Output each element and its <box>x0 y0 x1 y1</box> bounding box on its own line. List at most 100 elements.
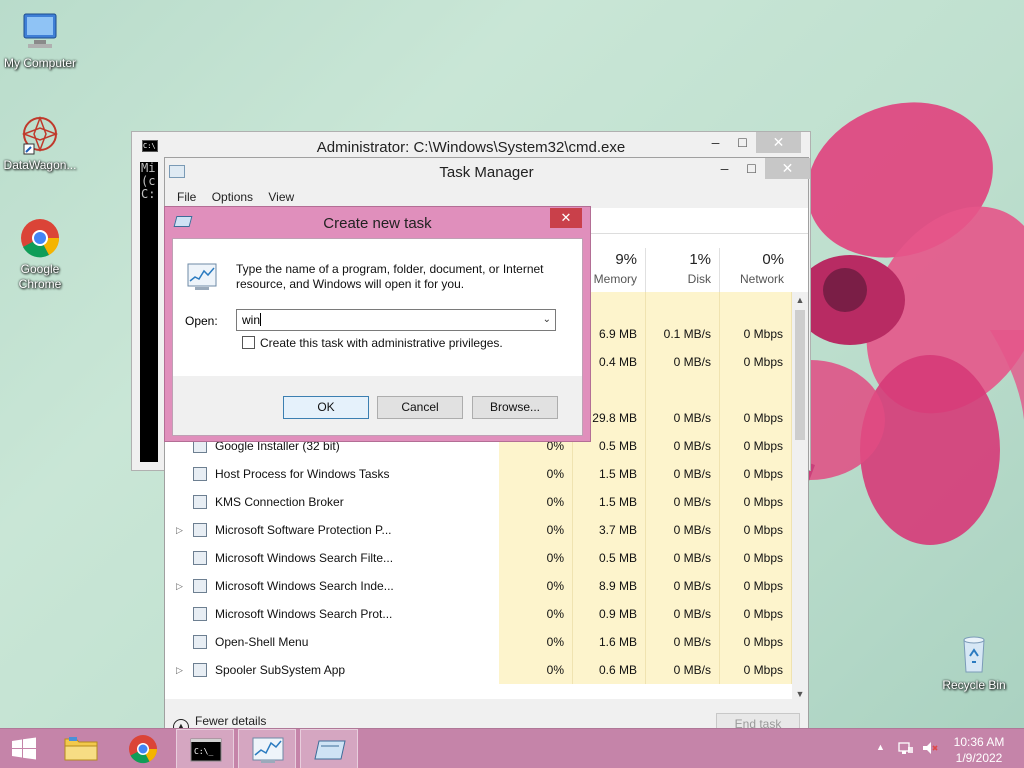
menu-view[interactable]: View <box>262 186 300 208</box>
cell-net: 0 Mbps <box>720 544 792 572</box>
network-icon[interactable] <box>897 739 915 760</box>
cell-disk: 0 MB/s <box>646 488 720 516</box>
recycle-bin-icon <box>952 632 996 676</box>
taskbar: C:\_ ▲ 10:36 AM 1/9/2022 <box>0 728 1024 768</box>
cell-cpu: 0% <box>499 600 573 628</box>
process-icon <box>193 635 207 649</box>
table-row[interactable]: Microsoft Windows Search Prot... 0% 0.9 MB… <box>165 600 792 628</box>
cell-disk: 0 MB/s <box>646 516 720 544</box>
desktop-icon-recycle-bin[interactable]: Recycle Bin <box>934 632 1014 693</box>
taskbar-run[interactable] <box>300 729 358 768</box>
cell-net: 0 Mbps <box>720 460 792 488</box>
folder-icon <box>64 737 98 761</box>
desktop-icon-google-chrome[interactable]: Google Chrome <box>0 216 80 292</box>
windows-logo-icon <box>12 737 36 760</box>
table-row[interactable]: Open-Shell Menu 0% 1.6 MB 0 MB/s 0 Mbps <box>165 628 792 656</box>
taskbar-task-manager[interactable] <box>238 729 296 768</box>
datawagon-icon <box>18 112 62 156</box>
show-hidden-icons-icon[interactable]: ▲ <box>876 742 885 752</box>
taskbar-clock[interactable]: 10:36 AM 1/9/2022 <box>944 734 1014 766</box>
maximize-icon[interactable]: □ <box>738 158 765 179</box>
close-icon[interactable]: ✕ <box>765 158 810 179</box>
taskbar-chrome[interactable] <box>114 729 172 768</box>
minimize-icon[interactable]: – <box>711 158 738 179</box>
cell-cpu: 0% <box>499 544 573 572</box>
chevron-right-icon[interactable]: ▷ <box>176 572 183 600</box>
dialog-title: Create new task <box>323 215 432 232</box>
chevron-right-icon[interactable]: ▷ <box>176 656 183 684</box>
cmd-icon: C:\_ <box>190 738 222 762</box>
dialog-content: Type the name of a program, folder, docu… <box>172 238 583 436</box>
open-label: Open: <box>185 314 218 328</box>
table-row[interactable]: KMS Connection Broker 0% 1.5 MB 0 MB/s 0 Mbp… <box>165 488 792 516</box>
menu-file[interactable]: File <box>171 186 202 208</box>
taskbar-cmd[interactable]: C:\_ <box>176 729 234 768</box>
desktop-icon-my-computer[interactable]: My Computer <box>0 10 80 71</box>
cell-mem: 1.6 MB <box>573 628 646 656</box>
desktop-icon-label: Google Chrome <box>18 262 62 291</box>
cell-net: 0 Mbps <box>720 628 792 656</box>
ok-button[interactable]: OK <box>283 396 369 419</box>
create-new-task-dialog[interactable]: Create new task ✕ Type the name of a pro… <box>164 206 591 442</box>
cell-disk: 0 MB/s <box>646 656 720 684</box>
process-name: Spooler SubSystem App <box>215 663 346 677</box>
process-icon <box>193 579 207 593</box>
table-row[interactable]: ▷ Spooler SubSystem App 0% 0.6 MB 0 MB/s 0 Mb… <box>165 656 792 684</box>
scroll-up-icon[interactable]: ▲ <box>792 292 808 308</box>
process-icon <box>193 467 207 481</box>
volume-muted-icon[interactable] <box>921 739 939 760</box>
cell-net: 0 Mbps <box>720 348 792 376</box>
process-name: KMS Connection Broker <box>215 495 344 509</box>
disk-label: Disk <box>687 272 711 286</box>
table-row[interactable]: ▷ Microsoft Windows Search Inde... 0% 8.9 M… <box>165 572 792 600</box>
chevron-right-icon[interactable]: ▷ <box>176 516 183 544</box>
cell-net: 0 Mbps <box>720 320 792 348</box>
cell-mem: 8.9 MB <box>573 572 646 600</box>
cell-disk <box>646 292 720 320</box>
cell-mem: 0.5 MB <box>573 544 646 572</box>
cell-disk: 0 MB/s <box>646 600 720 628</box>
close-icon[interactable]: ✕ <box>756 132 801 153</box>
process-name: Open-Shell Menu <box>215 635 309 649</box>
dialog-buttons: OK Cancel Browse... <box>173 376 582 435</box>
cell-disk: 0 MB/s <box>646 432 720 460</box>
dialog-message: Type the name of a program, folder, docu… <box>236 262 544 291</box>
cell-disk <box>646 376 720 404</box>
chevron-down-icon[interactable]: ⌄ <box>543 310 551 330</box>
admin-privileges-checkbox[interactable]: Create this task with administrative pri… <box>242 336 503 350</box>
cell-cpu: 0% <box>499 628 573 656</box>
process-icon <box>193 551 207 565</box>
minimize-icon[interactable]: – <box>702 132 729 153</box>
table-row[interactable]: Host Process for Windows Tasks 0% 1.5 MB 0 … <box>165 460 792 488</box>
clock-date: 1/9/2022 <box>955 751 1003 765</box>
menu-options[interactable]: Options <box>206 186 259 208</box>
process-name: Microsoft Windows Search Filte... <box>215 551 394 565</box>
maximize-icon[interactable]: □ <box>729 132 756 153</box>
process-icon <box>193 523 207 537</box>
process-icon <box>193 607 207 621</box>
open-combobox[interactable]: win ⌄ <box>236 309 556 331</box>
start-button[interactable] <box>0 729 48 768</box>
desktop-icon-datawagon[interactable]: DataWagon... <box>0 112 80 173</box>
network-percent: 0% <box>762 251 784 268</box>
task-manager-titlebar[interactable]: Task Manager – □ ✕ <box>165 158 810 186</box>
browse-button[interactable]: Browse... <box>472 396 558 419</box>
open-input-value[interactable]: win <box>242 313 260 327</box>
taskbar-file-explorer[interactable] <box>52 729 110 768</box>
vertical-scrollbar[interactable]: ▲ ▼ <box>792 292 808 702</box>
checkbox-box[interactable] <box>242 336 255 349</box>
scroll-thumb[interactable] <box>795 310 805 440</box>
table-row[interactable]: ▷ Microsoft Software Protection P... 0% 3.7… <box>165 516 792 544</box>
cell-net: 0 Mbps <box>720 404 792 432</box>
cancel-button[interactable]: Cancel <box>377 396 463 419</box>
cell-cpu: 0% <box>499 460 573 488</box>
close-icon[interactable]: ✕ <box>550 208 582 228</box>
dialog-titlebar[interactable]: Create new task ✕ <box>165 207 590 237</box>
desktop-icon-label: My Computer <box>3 56 77 70</box>
cell-cpu: 0% <box>499 572 573 600</box>
table-row[interactable]: Microsoft Windows Search Filte... 0% 0.5 M… <box>165 544 792 572</box>
cell-net <box>720 376 792 404</box>
task-manager-icon <box>187 263 217 291</box>
cell-net <box>720 292 792 320</box>
console-output[interactable]: Mi (c C: <box>140 162 158 462</box>
